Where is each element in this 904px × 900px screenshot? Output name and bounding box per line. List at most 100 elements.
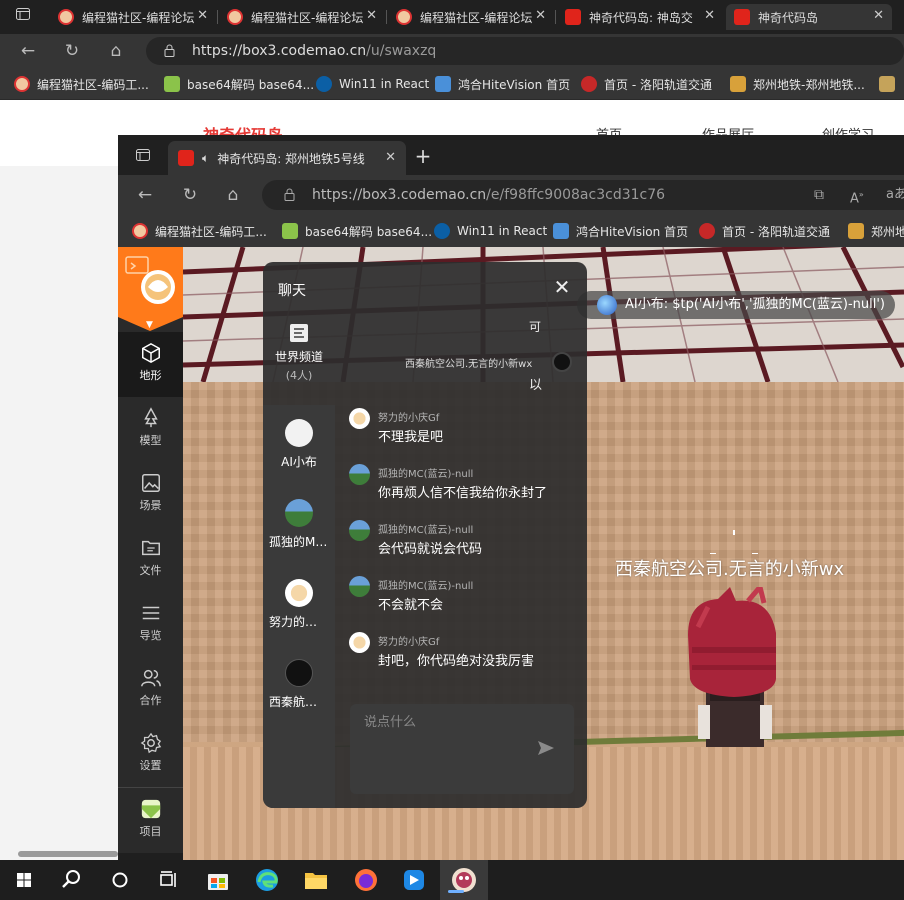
edge-icon[interactable] [251,864,283,896]
avatar [285,579,313,607]
back-icon[interactable]: ← [134,184,156,206]
sidebar-item-models[interactable]: 模型 [118,397,183,462]
sidebar-item-scene[interactable]: 场景 [118,462,183,527]
channel-label: 孤独的MC(蓝云)-null [269,535,329,549]
chat-input[interactable] [364,712,534,732]
bookmark-label: Win11 in React [339,77,430,91]
metro-icon [581,76,597,92]
sidebar-item-collab[interactable]: 合作 [118,657,183,722]
translate-icon[interactable]: aあ [886,180,904,210]
sidebar-item-terrain[interactable]: 地形 [118,332,183,397]
tab-actions-icon[interactable] [132,147,154,169]
chat-title: 聊天 [278,283,306,299]
tab-label: 编程猫社区-编程论坛 [251,10,364,25]
bookmark-label: 鸿合HiteVision 首页 [576,224,689,239]
close-icon[interactable]: ✕ [873,8,884,23]
bookmark-5[interactable]: 首页 - 洛阳轨道交通 [699,222,830,240]
new-tab-icon[interactable]: + [412,145,434,167]
base64-icon [282,223,298,239]
app-icon[interactable] [398,864,430,896]
bookmark-4[interactable]: 鸿合HiteVision 首页 [435,75,570,93]
outer-tab-2[interactable]: 编程猫社区-编程论坛 ✕ [219,4,385,30]
box3-icon [734,9,750,25]
close-icon[interactable]: ✕ [704,8,715,23]
world-channel-icon [290,324,308,342]
message-sender: 孤独的MC(蓝云)-null [378,525,474,536]
sidebar-item-files[interactable]: 文件 [118,527,183,592]
box3-app-icon [452,868,476,892]
speaker-icon[interactable]: 🔈︎ [202,151,209,166]
home-icon[interactable]: ⌂ [222,184,244,206]
open-app-icon[interactable]: ⧉ [814,180,824,210]
box3-logo-icon [125,256,175,304]
tab-actions-icon[interactable] [12,6,34,28]
bookmark-7[interactable] [879,75,902,93]
horizontal-scrollbar[interactable] [0,847,118,860]
bookmark-5[interactable]: 首页 - 洛阳轨道交通 [581,75,712,93]
channel-xiqin[interactable]: 西秦航空公司.无言的小新wx [263,659,335,710]
chevron-down-icon[interactable]: ▼ [146,320,153,330]
channel-xiaoqing[interactable]: 努力的小庆Gf [263,579,335,630]
sidebar-item-label: 模型 [139,434,162,447]
bookmark-4[interactable]: 鸿合HiteVision 首页 [553,222,688,240]
outer-tab-1[interactable]: 编程猫社区-编程论坛 ✕ [50,4,216,30]
avatar [285,499,313,527]
message-text: 不会就不会 [378,598,444,613]
close-icon[interactable]: ✕ [366,8,377,23]
firefox-icon[interactable] [350,864,382,896]
avatar [285,659,313,687]
cube-icon [141,342,160,364]
send-icon[interactable] [537,740,555,756]
bookmark-1[interactable]: 编程猫社区-编码工... [14,75,149,93]
file-explorer-icon[interactable] [300,864,332,896]
outer-address-bar: ← ↻ ⌂ https://box3.codemao.cn/u/swaxzq [0,34,904,68]
store-icon[interactable] [202,864,234,896]
message-text: 会代码就说会代码 [378,542,483,557]
back-icon[interactable]: ← [17,40,39,62]
box3-taskbar-item[interactable] [440,860,488,900]
game-viewport[interactable]: AI小布: $tp('AI小布','孤独的MC(蓝云)-null') 西秦航空公… [183,247,904,860]
channel-mc[interactable]: 孤独的MC(蓝云)-null [263,499,335,550]
home-icon[interactable]: ⌂ [105,40,127,62]
bookmark-2[interactable]: base64解码 base64... [282,222,432,240]
close-icon[interactable]: ✕ [197,8,208,23]
channel-world[interactable]: 世界频道 (4人) [263,322,335,383]
bookmark-1[interactable]: 编程猫社区-编码工... [132,222,267,240]
cortana-icon[interactable] [104,864,136,896]
url-domain: https://box3.codemao.cn [192,43,367,59]
codemao-icon [227,9,243,25]
start-icon[interactable] [8,864,40,896]
windows-icon [434,223,450,239]
refresh-icon[interactable]: ↻ [61,40,83,62]
sidebar-item-guide[interactable]: 导览 [118,592,183,657]
url-field[interactable]: https://box3.codemao.cn/u/swaxzq [146,37,904,65]
zzmetro-icon [848,223,864,239]
channel-ai-xiaobu[interactable]: AI小布 [263,419,335,470]
bookmark-2[interactable]: base64解码 base64... [164,75,314,93]
box3-editor: ▼ 地形 模型 场景 文件 导览 合作 设置 项目 AI小布: $tp('AI小… [118,247,904,860]
outer-tab-3[interactable]: 编程猫社区-编程论坛 ✕ [388,4,554,30]
bookmark-6[interactable]: 郑州地 [848,222,904,240]
bookmark-3[interactable]: Win11 in React [316,75,429,93]
sidebar-item-settings[interactable]: 设置 [118,722,183,787]
refresh-icon[interactable]: ↻ [179,184,201,206]
outer-tab-4[interactable]: 神奇代码岛: 神岛交 ✕ [557,4,723,30]
task-view-icon[interactable] [152,864,184,896]
close-icon[interactable]: ✕ [551,276,573,298]
bookmark-6[interactable]: 郑州地铁-郑州地铁... [730,75,865,93]
bookmark-label: 鸿合HiteVision 首页 [458,77,571,92]
bookmark-3[interactable]: Win11 in React [434,222,547,240]
lock-icon [284,188,295,201]
sidebar-item-label: 文件 [139,564,162,577]
side-logo[interactable]: ▼ [118,247,183,331]
inner-tab-active[interactable]: 🔈︎ 神奇代码岛: 郑州地铁5号线 ✕ [168,141,406,175]
read-aloud-icon[interactable]: A» [850,180,864,214]
url-field[interactable]: https://box3.codemao.cn/e/f98ffc9008ac3c… [262,180,904,210]
sidebar-item-project[interactable]: 项目 [118,788,183,853]
codemao-icon [132,223,148,239]
codemao-icon [14,76,30,92]
search-icon[interactable] [56,864,88,896]
close-icon[interactable]: ✕ [535,8,546,23]
close-icon[interactable]: ✕ [385,150,396,165]
outer-tab-5-active[interactable]: 神奇代码岛 ✕ [726,4,892,30]
